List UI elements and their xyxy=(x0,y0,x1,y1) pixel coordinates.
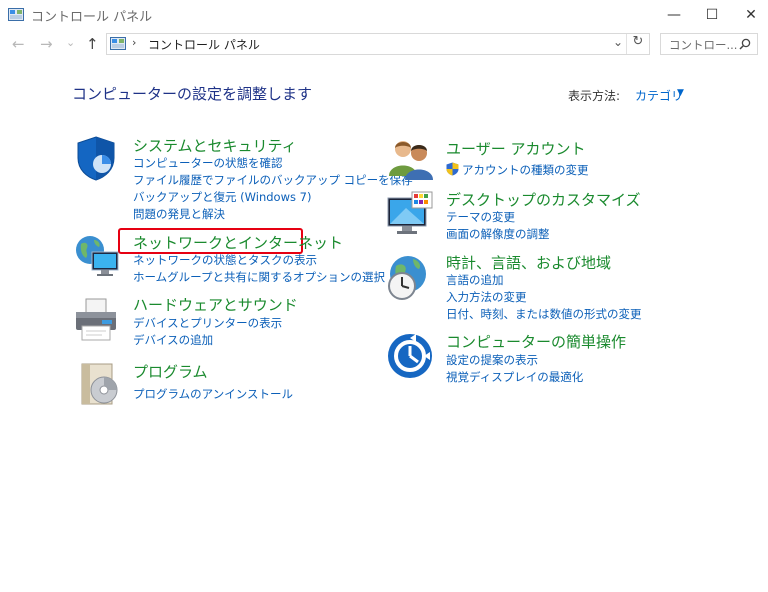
link-change-account-type[interactable]: アカウントの種類の変更 xyxy=(462,162,589,178)
chevron-right-icon[interactable]: › xyxy=(132,36,136,49)
network-globe-icon[interactable] xyxy=(72,232,120,280)
recent-locations-button[interactable]: ⌄ xyxy=(66,36,75,49)
link-backup-restore[interactable]: バックアップと復元 (Windows 7) xyxy=(133,189,311,205)
link-uninstall-program[interactable]: プログラムのアンインストール xyxy=(133,386,293,402)
control-panel-icon xyxy=(8,8,24,21)
search-placeholder: コントロー... xyxy=(669,38,738,52)
forward-button[interactable]: → xyxy=(40,35,53,53)
category-programs[interactable]: プログラム xyxy=(133,361,208,382)
title-bar: コントロール パネル — ☐ ✕ xyxy=(0,0,768,30)
view-by-label: 表示方法: xyxy=(568,89,621,103)
category-clock-region[interactable]: 時計、言語、および地域 xyxy=(446,252,611,273)
search-input[interactable]: コントロー... xyxy=(660,33,758,55)
ease-of-access-icon[interactable] xyxy=(386,332,434,380)
printer-icon[interactable] xyxy=(72,296,120,344)
category-appearance[interactable]: デスクトップのカスタマイズ xyxy=(446,189,641,210)
address-text[interactable]: コントロール パネル xyxy=(148,36,260,53)
maximize-button[interactable]: ☐ xyxy=(690,0,734,30)
globe-clock-icon[interactable] xyxy=(386,254,434,302)
link-adjust-resolution[interactable]: 画面の解像度の調整 xyxy=(446,226,550,242)
link-troubleshoot[interactable]: 問題の発見と解決 xyxy=(133,206,225,222)
users-icon[interactable] xyxy=(386,136,434,184)
up-button[interactable]: ↑ xyxy=(86,35,99,53)
link-suggested-settings[interactable]: 設定の提案の表示 xyxy=(446,352,538,368)
navigation-bar: ← → ⌄ ↑ › コントロール パネル ⌄ ↻ コントロー... xyxy=(0,30,768,60)
link-optimize-display[interactable]: 視覚ディスプレイの最適化 xyxy=(446,369,583,385)
close-button[interactable]: ✕ xyxy=(729,0,768,30)
link-file-history-backup[interactable]: ファイル履歴でファイルのバックアップ コピーを保存 xyxy=(133,172,413,188)
page-title: コンピューターの設定を調整します xyxy=(72,85,313,103)
link-change-date-format[interactable]: 日付、時刻、または数値の形式の変更 xyxy=(446,306,642,322)
refresh-button[interactable]: ↻ xyxy=(626,34,649,54)
category-hardware-sound[interactable]: ハードウェアとサウンド xyxy=(133,294,298,315)
caret-down-icon[interactable]: ▼ xyxy=(677,88,684,98)
back-button[interactable]: ← xyxy=(12,35,25,53)
category-ease-of-access[interactable]: コンピューターの簡単操作 xyxy=(446,331,626,352)
link-devices-printers[interactable]: デバイスとプリンターの表示 xyxy=(133,315,282,331)
link-change-input-method[interactable]: 入力方法の変更 xyxy=(446,289,527,305)
uac-shield-icon xyxy=(446,162,459,176)
address-dropdown-button[interactable]: ⌄ xyxy=(613,35,623,49)
link-homegroup-sharing[interactable]: ホームグループと共有に関するオプションの選択 xyxy=(133,269,385,285)
programs-disc-icon[interactable] xyxy=(76,360,124,408)
link-change-theme[interactable]: テーマの変更 xyxy=(446,209,515,225)
category-user-accounts[interactable]: ユーザー アカウント xyxy=(446,138,585,159)
search-icon[interactable] xyxy=(739,38,751,50)
address-bar[interactable]: › コントロール パネル ⌄ ↻ xyxy=(106,33,650,55)
view-by-dropdown[interactable]: カテゴリ xyxy=(635,87,683,104)
shield-icon[interactable] xyxy=(72,134,120,182)
link-add-language[interactable]: 言語の追加 xyxy=(446,272,504,288)
link-network-status-tasks[interactable]: ネットワークの状態とタスクの表示 xyxy=(133,252,317,268)
monitor-palette-icon[interactable] xyxy=(386,190,434,238)
category-network-internet[interactable]: ネットワークとインターネット xyxy=(133,232,343,253)
link-check-computer-status[interactable]: コンピューターの状態を確認 xyxy=(133,155,283,171)
window-title: コントロール パネル xyxy=(31,10,153,25)
control-panel-icon xyxy=(110,37,126,50)
link-add-device[interactable]: デバイスの追加 xyxy=(133,332,213,348)
category-system-security[interactable]: システムとセキュリティ xyxy=(133,135,297,156)
